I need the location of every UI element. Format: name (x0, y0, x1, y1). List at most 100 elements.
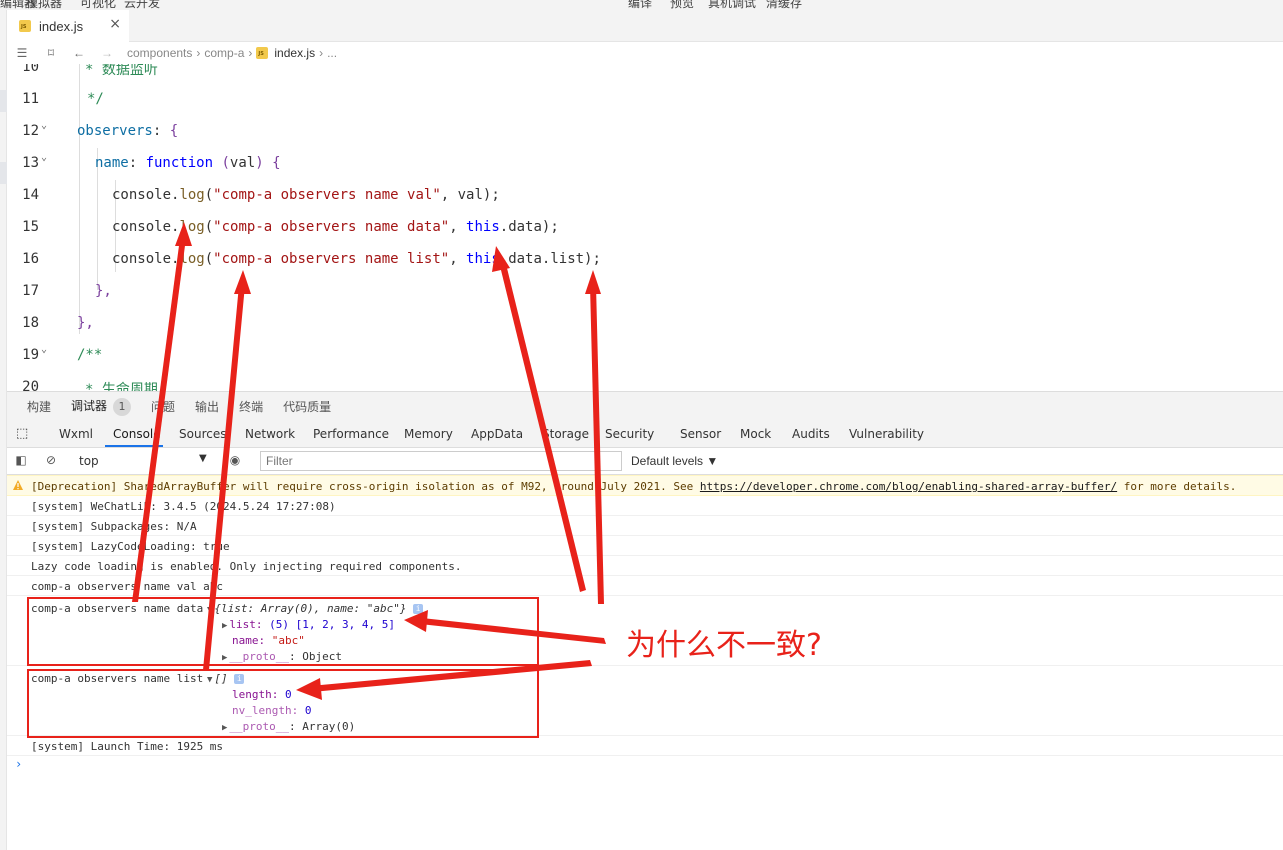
code-line: 11 */ (7, 91, 1283, 123)
prop-key: __proto__ (229, 650, 290, 663)
inspect-element-icon[interactable]: ⬚ (16, 426, 28, 441)
code-line: 19 ⌄ /** (7, 344, 1283, 379)
code-line: 15 console.log("comp-a observers name da… (7, 219, 1283, 251)
code-line: 14 console.log("comp-a observers name va… (7, 187, 1283, 219)
menu-compile[interactable]: 编译 (628, 0, 652, 10)
warning-icon (13, 480, 23, 490)
menu-preview[interactable]: 预览 (670, 0, 694, 10)
line-number: 19 (22, 347, 39, 363)
back-arrow-icon[interactable]: ← (71, 46, 87, 60)
gutter-mark (0, 90, 7, 112)
tab-performance[interactable]: Performance (313, 427, 389, 441)
code-text: }, (95, 283, 112, 299)
prop-value: (5) [1, 2, 3, 4, 5] (269, 618, 396, 631)
breadcrumb-file[interactable]: index.js (274, 46, 315, 60)
line-number: 11 (22, 91, 39, 107)
array-prop-proto[interactable]: ▶ __proto__: Array(0) (222, 720, 355, 733)
tab-audits[interactable]: Audits (792, 427, 830, 441)
filter-input[interactable] (260, 451, 622, 471)
tab-mock[interactable]: Mock (740, 427, 771, 441)
object-prop-list[interactable]: ▶ list: (5) [1, 2, 3, 4, 5] (222, 618, 395, 631)
tab-console[interactable]: Console (113, 427, 161, 441)
code-editor[interactable]: 10 * 数据监听 11 */ 12 ⌄ observers: { 13 ⌄ n… (7, 64, 1283, 391)
expand-triangle-icon[interactable]: ▶ (222, 723, 227, 733)
menu-simulator[interactable]: 模拟器 (26, 0, 62, 10)
array-summary[interactable]: ▼[] i (207, 672, 245, 685)
tab-appdata[interactable]: AppData (471, 427, 523, 441)
log-label: comp-a observers name data (31, 602, 204, 615)
fold-chevron-icon[interactable]: ⌄ (41, 344, 47, 355)
active-tab-underline (105, 445, 163, 447)
code-line: 13 ⌄ name: function (val) { (7, 152, 1283, 187)
code-text: console.log("comp-a observers name val",… (112, 187, 500, 203)
fold-chevron-icon[interactable]: ⌄ (41, 120, 47, 131)
code-text: * 生命周期 (85, 382, 158, 391)
tab-output[interactable]: 输出 (195, 398, 219, 415)
breadcrumb-components[interactable]: components (127, 46, 192, 60)
close-icon[interactable]: × (109, 16, 121, 32)
tab-sources[interactable]: Sources (179, 427, 226, 441)
menu-visual[interactable]: 可视化 (80, 0, 116, 10)
object-prop-proto[interactable]: ▶ __proto__: Object (222, 650, 342, 663)
tab-vulnerability[interactable]: Vulnerability (849, 427, 924, 441)
prop-value: "abc" (271, 634, 305, 647)
tab-network[interactable]: Network (245, 427, 295, 441)
chevron-down-icon[interactable]: ▼ (199, 453, 207, 464)
object-summary[interactable]: ▼ {list: Array(0), name: "abc"} i (207, 602, 424, 615)
levels-dropdown[interactable]: Default levels ▼ (631, 454, 718, 468)
expand-triangle-icon[interactable]: ▼ (207, 605, 212, 615)
warning-link[interactable]: https://developer.chrome.com/blog/enabli… (700, 480, 1117, 493)
menu-clear-cache[interactable]: 清缓存 (766, 0, 802, 10)
chevron-right-icon: › (319, 46, 324, 60)
context-select[interactable]: top (70, 452, 210, 470)
js-file-icon (19, 20, 31, 32)
expand-triangle-icon[interactable]: ▼ (207, 675, 212, 685)
expand-triangle-icon[interactable]: ▶ (222, 621, 227, 631)
tab-debugger[interactable]: 调试器 1 (71, 397, 132, 416)
chevron-right-icon: › (196, 46, 201, 60)
tab-memory[interactable]: Memory (404, 427, 453, 441)
line-number: 18 (22, 315, 39, 331)
console-line-text: [system] Subpackages: N/A (31, 520, 197, 533)
fold-chevron-icon[interactable]: ⌄ (41, 152, 47, 163)
editor-tab-bar: index.js × (7, 10, 1283, 42)
line-number: 20 (22, 379, 39, 391)
prop-key: length: (232, 688, 279, 701)
expand-triangle-icon[interactable]: ▶ (222, 653, 227, 663)
tab-storage[interactable]: Storage (542, 427, 589, 441)
array-prop-length: length: 0 (232, 688, 292, 701)
code-text: }, (77, 315, 94, 331)
tab-security[interactable]: Security (605, 427, 654, 441)
tab-code-quality[interactable]: 代码质量 (283, 398, 331, 415)
code-line: 16 console.log("comp-a observers name li… (7, 251, 1283, 283)
line-number: 10 (22, 64, 39, 75)
forward-arrow-icon[interactable]: → (99, 46, 115, 60)
menu-cloud[interactable]: 云开发 (124, 0, 160, 10)
annotation-question: 为什么不一致? (626, 628, 822, 663)
object-prop-name: name: "abc" (232, 634, 305, 647)
list-icon[interactable]: ☰ (13, 46, 31, 60)
line-number: 12 (22, 123, 39, 139)
sidebar-toggle-icon[interactable]: ◧ (13, 453, 29, 469)
code-text: */ (87, 91, 104, 107)
tab-wxml[interactable]: Wxml (59, 427, 93, 441)
console-line-text: comp-a observers name val abc (31, 580, 224, 593)
chevron-right-icon: › (248, 46, 253, 60)
console-prompt[interactable]: › (15, 757, 22, 771)
eye-icon[interactable]: ◉ (227, 453, 243, 469)
prop-value: 0 (304, 704, 312, 717)
tab-terminal[interactable]: 终端 (239, 398, 263, 415)
tab-build[interactable]: 构建 (27, 398, 51, 415)
breadcrumb-more[interactable]: ... (327, 46, 337, 60)
bookmark-icon[interactable]: ⌑ (43, 46, 59, 60)
code-text: observers: { (77, 123, 179, 139)
clear-console-icon[interactable]: ⊘ (43, 453, 59, 469)
tab-index-js[interactable]: index.js × (7, 10, 129, 42)
line-number: 14 (22, 187, 39, 203)
breadcrumb-comp-a[interactable]: comp-a (204, 46, 244, 60)
menu-remote-debug[interactable]: 真机调试 (708, 0, 756, 10)
tab-problems[interactable]: 问题 (151, 398, 175, 415)
code-line: 12 ⌄ observers: { (7, 120, 1283, 155)
code-line: 20 * 生命周期 (7, 379, 1283, 391)
tab-sensor[interactable]: Sensor (680, 427, 721, 441)
